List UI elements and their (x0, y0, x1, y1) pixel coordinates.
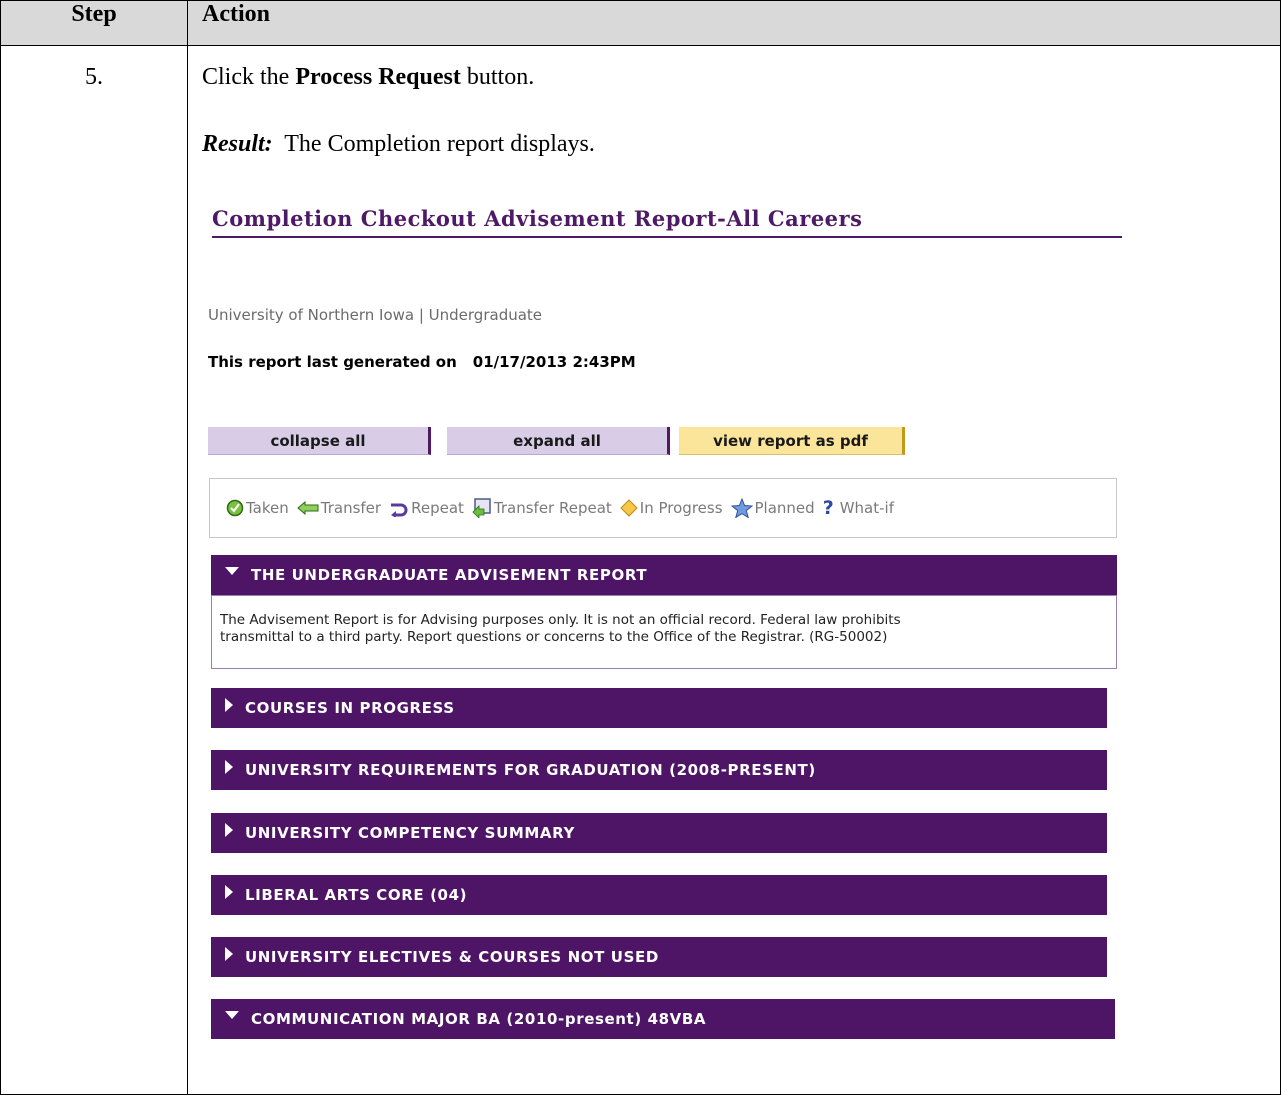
legend-planned: Planned (730, 498, 815, 518)
collapsed-triangle-icon (225, 947, 233, 961)
collapsed-triangle-icon (225, 823, 233, 837)
step-column-header: Step (0, 0, 188, 46)
collapsed-triangle-icon (225, 698, 233, 712)
legend-in-progress: In Progress (620, 499, 723, 517)
taken-icon (226, 499, 244, 517)
step-number: 5. (0, 45, 188, 1095)
section-header-courses-in-progress[interactable]: COURSES IN PROGRESS (211, 688, 1107, 728)
section-header-communication-major[interactable]: COMMUNICATION MAJOR BA (2010-present) 48… (211, 999, 1115, 1039)
collapse-all-button[interactable]: collapse all (208, 427, 431, 455)
legend-transfer: Transfer (296, 499, 381, 517)
procedure-table: Step Action 5. Click the Process Request… (0, 0, 1281, 1095)
collapsed-triangle-icon (225, 885, 233, 899)
legend-bar: Taken Transfer Repeat Transfer Repeat In… (209, 478, 1117, 538)
generated-datetime: 01/17/2013 2:43PM (472, 353, 636, 371)
expanded-triangle-icon (225, 1011, 239, 1019)
generated-label: This report last generated on (208, 353, 457, 371)
table-row: 5. Click the Process Request button. Res… (0, 45, 1281, 1095)
transfer-repeat-icon (472, 498, 491, 518)
collapsed-triangle-icon (225, 760, 233, 774)
in-progress-icon (620, 499, 638, 517)
institution-career: University of Northern Iowa | Undergradu… (208, 306, 543, 324)
report-screenshot: Completion Checkout Advisement Report-Al… (188, 46, 1280, 1076)
legend-transfer-repeat: Transfer Repeat (472, 498, 612, 518)
advisement-notice: The Advisement Report is for Advising pu… (211, 595, 1117, 669)
action-column-header: Action (187, 0, 1281, 46)
expanded-triangle-icon (225, 567, 239, 575)
legend-what-if: ? What-if (822, 497, 894, 519)
section-header-competency-summary[interactable]: UNIVERSITY COMPETENCY SUMMARY (211, 813, 1107, 853)
legend-taken: Taken (226, 499, 289, 517)
section-header-liberal-arts-core[interactable]: LIBERAL ARTS CORE (04) (211, 875, 1107, 915)
expand-all-button[interactable]: expand all (447, 427, 670, 455)
action-cell: Click the Process Request button. Result… (187, 45, 1281, 1095)
legend-repeat: Repeat (389, 499, 464, 517)
generated-line: This report last generated on 01/17/2013 … (208, 353, 636, 371)
planned-icon (730, 498, 753, 518)
repeat-icon (391, 503, 408, 517)
what-if-icon: ? (822, 497, 834, 519)
report-title: Completion Checkout Advisement Report-Al… (212, 206, 863, 231)
section-header-advisement[interactable]: THE UNDERGRADUATE ADVISEMENT REPORT (211, 555, 1117, 595)
section-header-electives[interactable]: UNIVERSITY ELECTIVES & COURSES NOT USED (211, 937, 1107, 977)
view-pdf-button[interactable]: view report as pdf (679, 427, 905, 455)
table-header-row: Step Action (0, 0, 1281, 46)
transfer-icon (296, 501, 319, 515)
title-divider (212, 236, 1122, 238)
section-header-university-requirements[interactable]: UNIVERSITY REQUIREMENTS FOR GRADUATION (… (211, 750, 1107, 790)
